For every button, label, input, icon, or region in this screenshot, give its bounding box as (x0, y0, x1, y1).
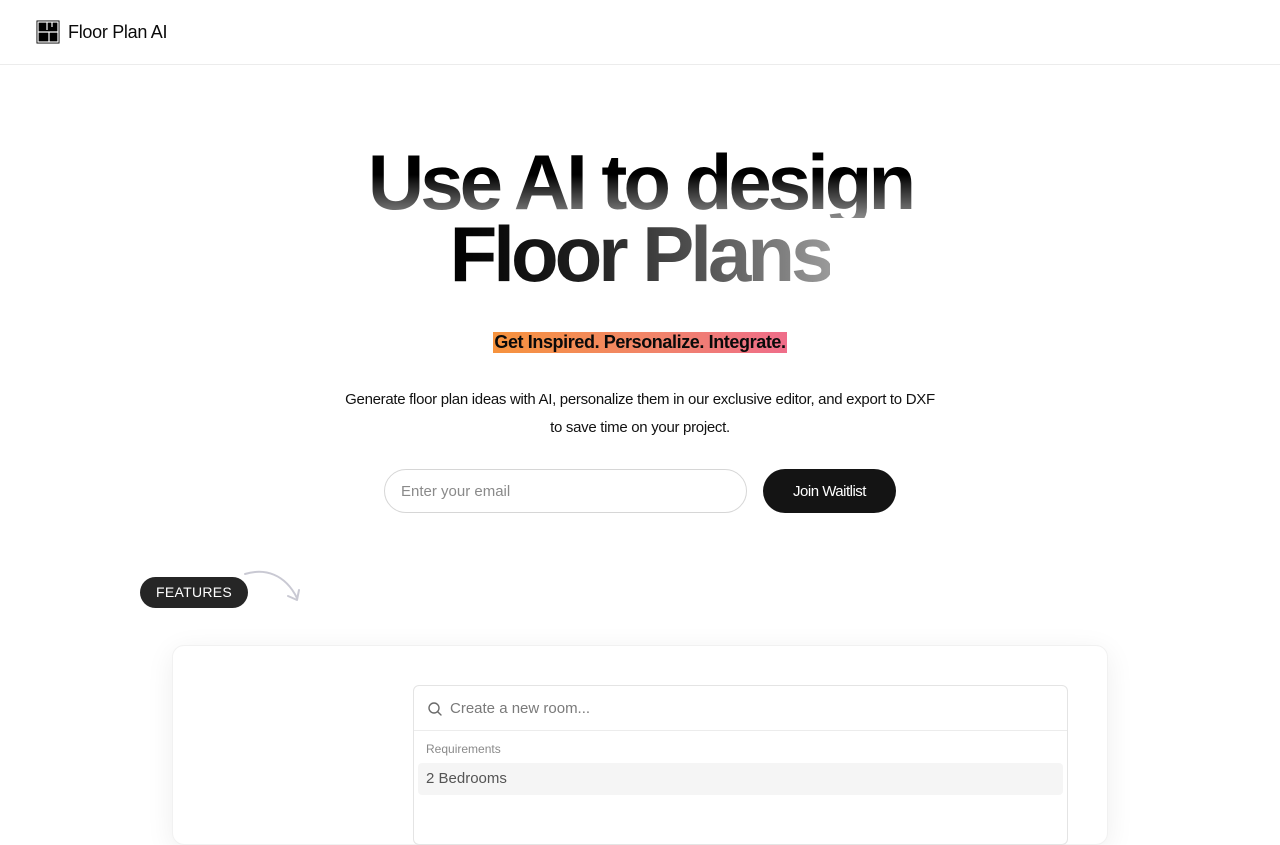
hero-description: Generate floor plan ideas with AI, perso… (345, 391, 935, 436)
site-header: Floor Plan AI (0, 0, 1280, 65)
brand-home-link[interactable]: Floor Plan AI (36, 20, 167, 44)
join-waitlist-button[interactable]: Join Waitlist (763, 469, 896, 513)
create-room-input[interactable] (450, 686, 1050, 731)
hero-title-line-2: Floor Plans (449, 210, 835, 298)
features-badge: FEATURES (140, 577, 249, 608)
floor-plan-logo-icon (36, 20, 60, 44)
tagline-container: Get Inspired. Personalize. Integrate. (0, 332, 1280, 353)
email-input[interactable] (384, 469, 747, 513)
search-icon (428, 702, 442, 716)
command-search-bar (414, 686, 1067, 731)
hero-title: Use AI to design Floor Plans (0, 138, 1280, 298)
hero-tagline: Get Inspired. Personalize. Integrate. (493, 332, 787, 353)
hero-title-line-1: Use AI to design (367, 138, 916, 226)
brand-name: Floor Plan AI (68, 21, 168, 42)
command-menu: Requirements 2 Bedrooms (413, 685, 1068, 845)
command-item[interactable]: 2 Bedrooms (418, 763, 1063, 795)
curved-arrow-icon (244, 570, 300, 601)
command-group-heading: Requirements (426, 742, 501, 756)
